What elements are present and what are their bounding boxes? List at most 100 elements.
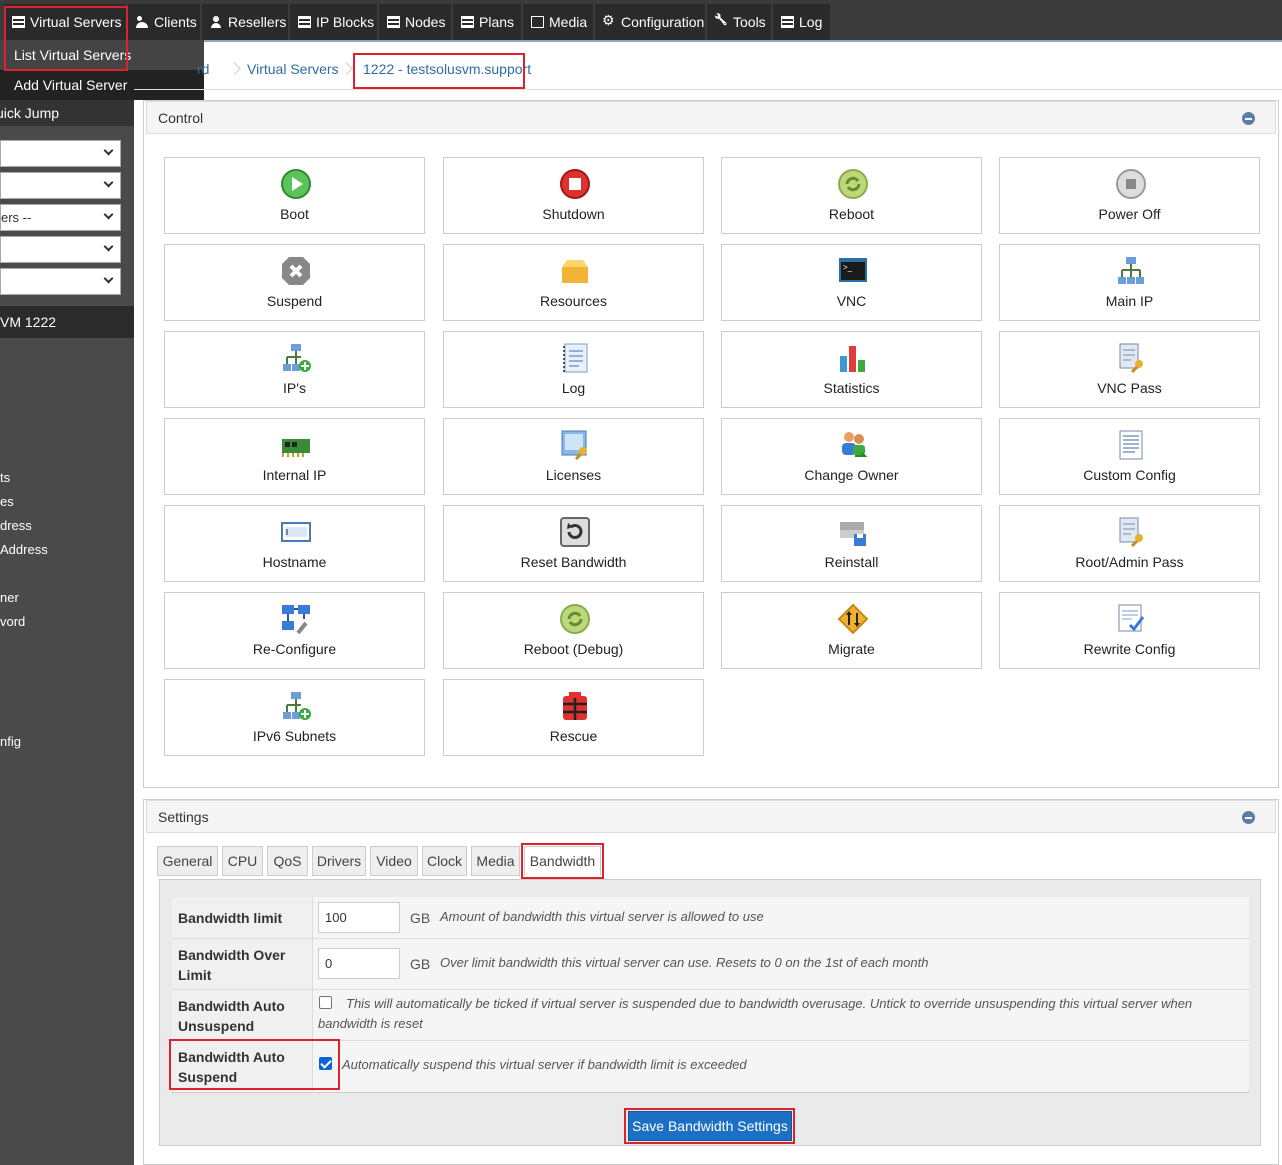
control-hostname-button[interactable]: Hostname bbox=[164, 505, 425, 582]
sidebar-link[interactable]: es bbox=[0, 494, 14, 509]
rewrite-config-icon bbox=[1115, 603, 1147, 635]
tab-general[interactable]: General bbox=[157, 846, 218, 876]
quick-jump-heading: uick Jump bbox=[0, 100, 134, 126]
grid-icon bbox=[298, 16, 311, 28]
auto-suspend-checkbox[interactable] bbox=[319, 1057, 332, 1070]
quick-jump-select[interactable] bbox=[0, 172, 121, 199]
nav-configuration[interactable]: Configuration bbox=[595, 4, 705, 40]
control-licenses-button[interactable]: Licenses bbox=[443, 418, 704, 495]
nav-label: Virtual Servers bbox=[30, 14, 122, 30]
sidebar-link[interactable]: Address bbox=[0, 542, 48, 557]
nav-tools[interactable]: Tools bbox=[707, 4, 771, 40]
control-button-label: Resources bbox=[540, 293, 607, 309]
nav-label: Clients bbox=[154, 14, 197, 30]
control-ipv6-subnets-button[interactable]: IPv6 Subnets bbox=[164, 679, 425, 756]
tab-qos[interactable]: QoS bbox=[267, 846, 308, 876]
control-reset-bandwidth-button[interactable]: Reset Bandwidth bbox=[443, 505, 704, 582]
list-icon bbox=[781, 16, 794, 28]
control-button-label: Custom Config bbox=[1083, 467, 1176, 483]
tab-video[interactable]: Video bbox=[370, 846, 418, 876]
resources-icon bbox=[559, 255, 591, 287]
quick-jump-select[interactable] bbox=[0, 268, 121, 295]
control-reboot-button[interactable]: Reboot bbox=[721, 157, 982, 234]
control-button-label: Hostname bbox=[262, 554, 327, 570]
nav-clients[interactable]: Clients bbox=[128, 4, 200, 40]
tab-cpu[interactable]: CPU bbox=[222, 846, 263, 876]
control-internal-ip-button[interactable]: Internal IP bbox=[164, 418, 425, 495]
breadcrumb-dashboard[interactable]: rd bbox=[197, 61, 209, 77]
shutdown-icon bbox=[559, 168, 591, 200]
nav-label: IP Blocks bbox=[316, 14, 375, 30]
bandwidth-limit-input[interactable]: 100 bbox=[318, 902, 400, 933]
control-statistics-button[interactable]: Statistics bbox=[721, 331, 982, 408]
nav-ip-blocks[interactable]: IP Blocks bbox=[290, 4, 377, 40]
control-vnc-button[interactable]: >_ VNC bbox=[721, 244, 982, 321]
control-migrate-button[interactable]: Migrate bbox=[721, 592, 982, 669]
sidebar-link[interactable]: ner bbox=[0, 590, 19, 605]
bandwidth-auto-suspend-cell: Automatically suspend this virtual serve… bbox=[313, 1041, 1249, 1091]
change-owner-icon bbox=[837, 429, 869, 461]
bandwidth-limit-row: Bandwidth limit 100 GB Amount of bandwid… bbox=[172, 897, 1249, 939]
sidebar-link[interactable]: ts bbox=[0, 470, 10, 485]
breadcrumb-virtual-servers[interactable]: Virtual Servers bbox=[247, 61, 339, 77]
quick-jump-select[interactable] bbox=[0, 140, 121, 167]
svg-text:>_: >_ bbox=[843, 263, 853, 272]
control-reboot-debug-button[interactable]: Reboot (Debug) bbox=[443, 592, 704, 669]
control-shutdown-button[interactable]: Shutdown bbox=[443, 157, 704, 234]
migrate-icon bbox=[837, 603, 869, 635]
control-button-label: Reboot bbox=[828, 206, 875, 222]
bandwidth-over-limit-row: Bandwidth Over Limit 0 GB Over limit ban… bbox=[172, 939, 1249, 990]
control-suspend-button[interactable]: Suspend bbox=[164, 244, 425, 321]
control-main-ip-button[interactable]: Main IP bbox=[999, 244, 1260, 321]
breadcrumb-current-server[interactable]: 1222 - testsolusvm.support bbox=[363, 61, 531, 77]
control-root-admin-pass-button[interactable]: Root/Admin Pass bbox=[999, 505, 1260, 582]
key-icon bbox=[1115, 516, 1147, 548]
nav-resellers[interactable]: Resellers bbox=[202, 4, 288, 40]
control-title: Control bbox=[158, 109, 204, 126]
chevron-down-icon bbox=[103, 177, 114, 188]
nav-log[interactable]: Log bbox=[773, 4, 830, 40]
control-power-off-button[interactable]: Power Off bbox=[999, 157, 1260, 234]
network-add-icon bbox=[280, 690, 312, 722]
control-re-configure-button[interactable]: Re-Configure bbox=[164, 592, 425, 669]
nav-virtual-servers[interactable]: Virtual Servers bbox=[4, 4, 126, 40]
reset-icon bbox=[559, 516, 591, 548]
tab-drivers[interactable]: Drivers bbox=[312, 846, 366, 876]
save-bandwidth-settings-button[interactable]: Save Bandwidth Settings bbox=[628, 1111, 792, 1141]
quick-jump-select[interactable]: ers -- bbox=[0, 204, 121, 231]
control-rewrite-config-button[interactable]: Rewrite Config bbox=[999, 592, 1260, 669]
control-resources-button[interactable]: Resources bbox=[443, 244, 704, 321]
statistics-icon bbox=[837, 342, 869, 374]
control-rescue-button[interactable]: Rescue bbox=[443, 679, 704, 756]
sidebar-link[interactable]: dress bbox=[0, 518, 32, 533]
control-reinstall-button[interactable]: Reinstall bbox=[721, 505, 982, 582]
collapse-icon[interactable] bbox=[1242, 811, 1255, 824]
tab-clock[interactable]: Clock bbox=[422, 846, 467, 876]
control-log-button[interactable]: Log bbox=[443, 331, 704, 408]
control-boot-button[interactable]: Boot bbox=[164, 157, 425, 234]
control-button-label: Suspend bbox=[266, 293, 323, 309]
bandwidth-auto-unsuspend-row: Bandwidth Auto Unsuspend This will autom… bbox=[172, 990, 1249, 1041]
bandwidth-over-limit-label: Bandwidth Over Limit bbox=[172, 939, 313, 989]
server-list-icon bbox=[12, 16, 25, 28]
server-list-icon bbox=[461, 16, 474, 28]
control-panel-header: Control bbox=[146, 101, 1276, 134]
sidebar-link[interactable]: nfig bbox=[0, 734, 21, 749]
bandwidth-limit-cell: 100 GB Amount of bandwidth this virtual … bbox=[313, 897, 1249, 938]
nav-media[interactable]: Media bbox=[523, 4, 593, 40]
control-custom-config-button[interactable]: Custom Config bbox=[999, 418, 1260, 495]
control-button-label: Rewrite Config bbox=[1083, 641, 1176, 657]
tab-bandwidth[interactable]: Bandwidth bbox=[524, 846, 601, 876]
sidebar-link[interactable]: vord bbox=[0, 614, 25, 629]
collapse-icon[interactable] bbox=[1242, 112, 1255, 125]
bandwidth-over-limit-input[interactable]: 0 bbox=[318, 948, 400, 979]
control-ip-s-button[interactable]: IP's bbox=[164, 331, 425, 408]
nav-plans[interactable]: Plans bbox=[453, 4, 521, 40]
power-off-icon bbox=[1115, 168, 1147, 200]
tab-media[interactable]: Media bbox=[471, 846, 520, 876]
quick-jump-select[interactable] bbox=[0, 236, 121, 263]
control-vnc-pass-button[interactable]: VNC Pass bbox=[999, 331, 1260, 408]
chevron-down-icon bbox=[103, 273, 114, 284]
nav-nodes[interactable]: Nodes bbox=[379, 4, 451, 40]
control-change-owner-button[interactable]: Change Owner bbox=[721, 418, 982, 495]
